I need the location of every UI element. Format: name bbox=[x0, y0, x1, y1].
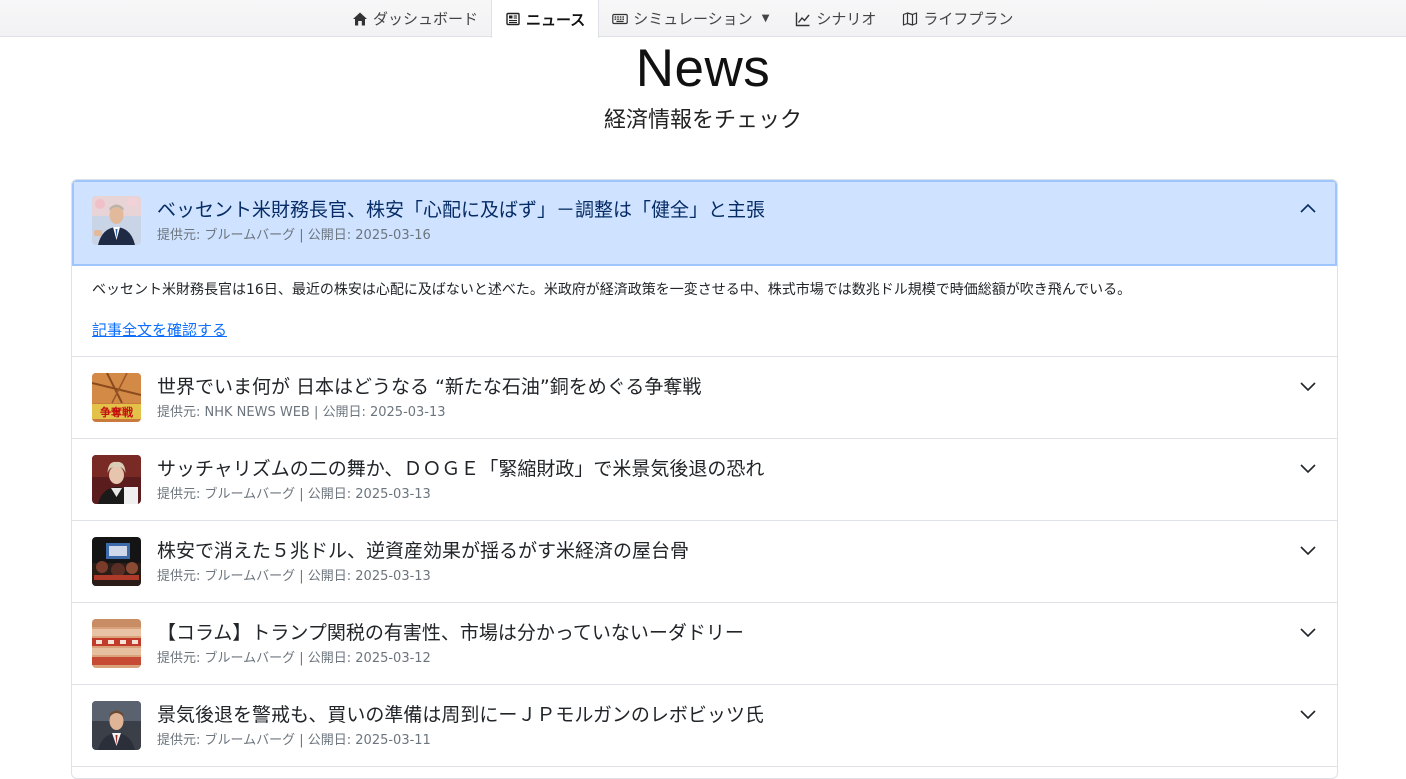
news-title: ベッセント米財務長官、株安「心配に及ばず」－調整は「健全」と主張 bbox=[157, 199, 766, 221]
news-item-header[interactable]: 争奪戦 世界でいま何が 日本はどうなる “新たな石油”銅をめぐる争奪戦 提供元:… bbox=[72, 357, 1337, 438]
chevron-up-icon bbox=[1300, 203, 1316, 213]
news-title: サッチャリズムの二の舞か、ＤＯＧＥ「緊縮財政」で米景気後退の恐れ bbox=[157, 458, 765, 480]
news-meta: 提供元: ブルームバーグ | 公開日: 2025-03-13 bbox=[157, 487, 431, 502]
news-item: 株安で消えた５兆ドル、逆資産効果が揺るがす米経済の屋台骨 提供元: ブルームバー… bbox=[72, 521, 1337, 603]
keyboard-icon bbox=[612, 13, 629, 24]
chevron-down-icon bbox=[1300, 546, 1316, 556]
newspaper-icon bbox=[506, 12, 520, 26]
nav-item-simulation[interactable]: シミュレーション ▼ bbox=[599, 0, 782, 37]
news-title: 【コラム】トランプ関税の有害性、市場は分かっていないーダドリー bbox=[157, 622, 744, 644]
news-thumbnail bbox=[92, 619, 141, 668]
nav-item-scenario[interactable]: シナリオ bbox=[782, 0, 889, 37]
news-title: 世界でいま何が 日本はどうなる “新たな石油”銅をめぐる争奪戦 bbox=[157, 376, 702, 398]
top-navbar: ダッシュボード ニュース シミュレーション ▼ シナリオ ライフプラン bbox=[0, 0, 1406, 38]
news-meta: 提供元: ブルームバーグ | 公開日: 2025-03-11 bbox=[157, 733, 431, 748]
nav-label-news: ニュース bbox=[526, 10, 586, 29]
news-title: 株安で消えた５兆ドル、逆資産効果が揺るがす米経済の屋台骨 bbox=[157, 540, 690, 562]
nav-tabs: ダッシュボード ニュース シミュレーション ▼ シナリオ ライフプラン bbox=[339, 0, 1026, 38]
news-meta: 提供元: ブルームバーグ | 公開日: 2025-03-13 bbox=[157, 569, 431, 584]
news-item: 争奪戦 世界でいま何が 日本はどうなる “新たな石油”銅をめぐる争奪戦 提供元:… bbox=[72, 357, 1337, 439]
chevron-down-icon bbox=[1300, 464, 1316, 474]
line-chart-icon bbox=[796, 12, 810, 26]
news-item: ベッセント米財務長官、株安「心配に及ばず」－調整は「健全」と主張 提供元: ブル… bbox=[72, 180, 1337, 357]
news-thumbnail bbox=[92, 701, 141, 750]
chevron-down-icon bbox=[1300, 710, 1316, 720]
chevron-down-icon bbox=[1300, 628, 1316, 638]
map-icon bbox=[903, 11, 918, 26]
news-item: サッチャリズムの二の舞か、ＤＯＧＥ「緊縮財政」で米景気後退の恐れ 提供元: ブル… bbox=[72, 439, 1337, 521]
chevron-down-icon bbox=[1300, 382, 1316, 392]
news-thumbnail bbox=[92, 196, 141, 245]
news-item-body: ベッセント米財務長官は16日、最近の株安は心配に及ばないと述べた。米政府が経済政… bbox=[72, 266, 1337, 356]
news-item-header[interactable]: 景気後退を警戒も、買いの準備は周到にーＪＰモルガンのレボビッツ氏 提供元: ブル… bbox=[72, 685, 1337, 766]
news-thumbnail bbox=[92, 455, 141, 504]
news-meta: 提供元: ブルームバーグ | 公開日: 2025-03-12 bbox=[157, 651, 431, 666]
read-full-article-link[interactable]: 記事全文を確認する bbox=[92, 319, 227, 340]
thumbnail-caption: 争奪戦 bbox=[100, 405, 134, 419]
nav-label-simulation: シミュレーション bbox=[633, 10, 753, 28]
page-subtitle: 経済情報をチェック bbox=[603, 108, 802, 133]
news-thumbnail bbox=[92, 537, 141, 586]
page-title: News bbox=[635, 39, 771, 98]
nav-label-lifeplan: ライフプラン bbox=[923, 10, 1014, 28]
news-title: 景気後退を警戒も、買いの準備は周到にーＪＰモルガンのレボビッツ氏 bbox=[157, 704, 764, 726]
news-meta: 提供元: ブルームバーグ | 公開日: 2025-03-16 bbox=[157, 228, 431, 243]
news-thumbnail: 争奪戦 bbox=[92, 373, 141, 422]
news-item: 景気後退を警戒も、買いの準備は周到にーＪＰモルガンのレボビッツ氏 提供元: ブル… bbox=[72, 685, 1337, 767]
news-item-header[interactable]: サッチャリズムの二の舞か、ＤＯＧＥ「緊縮財政」で米景気後退の恐れ 提供元: ブル… bbox=[72, 439, 1337, 520]
news-item-header[interactable]: ベッセント米財務長官、株安「心配に及ばず」－調整は「健全」と主張 提供元: ブル… bbox=[72, 180, 1337, 266]
news-accordion: ベッセント米財務長官、株安「心配に及ばず」－調整は「健全」と主張 提供元: ブル… bbox=[71, 179, 1338, 779]
news-summary: ベッセント米財務長官は16日、最近の株安は心配に及ばないと述べた。米政府が経済政… bbox=[92, 282, 1132, 298]
nav-item-lifeplan[interactable]: ライフプラン bbox=[889, 0, 1026, 37]
nav-label-dashboard: ダッシュボード bbox=[373, 10, 479, 28]
news-item-header[interactable]: 株安で消えた５兆ドル、逆資産効果が揺るがす米経済の屋台骨 提供元: ブルームバー… bbox=[72, 521, 1337, 602]
news-meta: 提供元: NHK NEWS WEB | 公開日: 2025-03-13 bbox=[157, 405, 446, 420]
nav-item-dashboard[interactable]: ダッシュボード bbox=[339, 0, 491, 37]
house-icon bbox=[353, 12, 367, 25]
nav-item-news[interactable]: ニュース bbox=[491, 0, 600, 38]
nav-label-scenario: シナリオ bbox=[816, 10, 877, 28]
caret-down-icon: ▼ bbox=[761, 13, 770, 24]
news-item-header[interactable]: 【コラム】トランプ関税の有害性、市場は分かっていないーダドリー 提供元: ブルー… bbox=[72, 603, 1337, 684]
news-item: 【コラム】トランプ関税の有害性、市場は分かっていないーダドリー 提供元: ブルー… bbox=[72, 603, 1337, 685]
